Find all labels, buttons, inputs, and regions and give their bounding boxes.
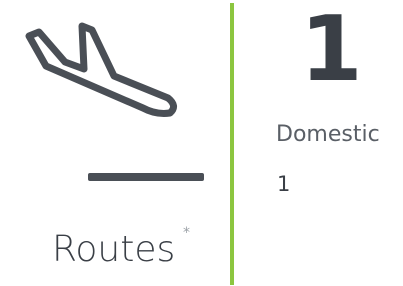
divider-dash bbox=[88, 173, 204, 181]
domestic-label: Domestic bbox=[276, 122, 380, 147]
footnote-marker: * bbox=[183, 225, 190, 241]
plane-landing-icon bbox=[18, 18, 183, 128]
total-count: 1 bbox=[300, 0, 363, 102]
accent-divider bbox=[230, 3, 234, 285]
routes-stat-tile[interactable]: Routes * 1 Domestic 1 bbox=[0, 0, 403, 286]
tile-title: Routes bbox=[52, 229, 176, 270]
domestic-count: 1 bbox=[277, 172, 291, 196]
